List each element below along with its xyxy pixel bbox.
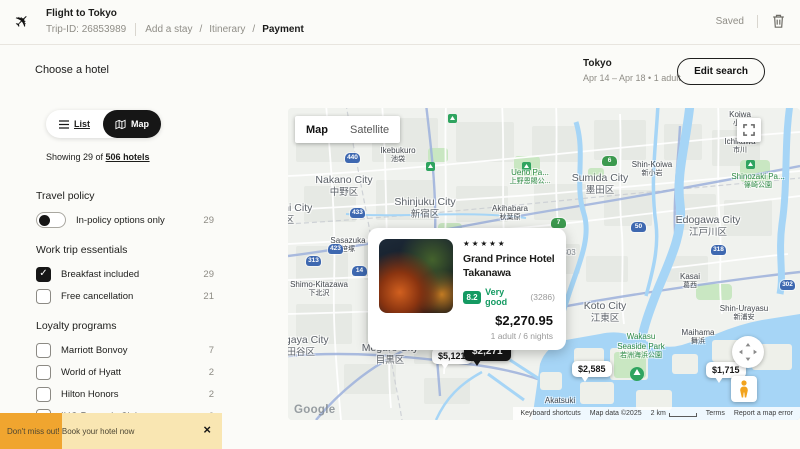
hotel-name: Grand Prince Hotel Takanawa bbox=[463, 252, 555, 280]
list-icon bbox=[59, 120, 69, 129]
route-shield: 14 bbox=[352, 266, 367, 276]
breadcrumb-add-a-stay[interactable]: Add a stay bbox=[145, 24, 192, 35]
star-rating: ★★★★★ bbox=[463, 239, 555, 248]
checkbox[interactable] bbox=[36, 343, 51, 358]
hotel-photo bbox=[379, 239, 453, 313]
destination: Tokyo bbox=[583, 58, 681, 69]
map-data-copyright: Map data ©2025 bbox=[590, 410, 642, 417]
route-shield: 313 bbox=[306, 256, 321, 266]
travel-policy-heading: Travel policy bbox=[36, 190, 214, 202]
route-shield: 50 bbox=[631, 222, 646, 232]
checkbox[interactable] bbox=[36, 365, 51, 380]
hotel-card[interactable]: ★★★★★ Grand Prince Hotel Takanawa 8.2 Ve… bbox=[368, 228, 566, 350]
map-view-button[interactable]: Map bbox=[103, 110, 161, 138]
rating-badge: 8.2 bbox=[463, 291, 481, 304]
breadcrumb-payment[interactable]: Payment bbox=[262, 24, 304, 35]
divider bbox=[135, 23, 136, 36]
filters-panel: Travel policy In-policy options only 29 … bbox=[36, 190, 214, 449]
airplane-icon: ✈ bbox=[10, 9, 36, 35]
route-shield: 7 bbox=[551, 218, 566, 228]
map-type-control: Map Satellite bbox=[295, 116, 400, 143]
list-view-button[interactable]: List bbox=[46, 119, 103, 129]
results-count: Showing 29 of 506 hotels bbox=[46, 152, 150, 162]
scale-control: 2 km bbox=[651, 410, 697, 417]
filter-world-of-hyatt[interactable]: World of Hyatt 2 bbox=[36, 364, 214, 380]
checkbox[interactable] bbox=[36, 387, 51, 402]
trip-title: Flight to Tokyo bbox=[46, 8, 117, 19]
route-shield: 423 bbox=[328, 244, 343, 254]
edit-search-button[interactable]: Edit search bbox=[677, 58, 765, 85]
checkbox[interactable] bbox=[36, 289, 51, 304]
breadcrumb-itinerary[interactable]: Itinerary bbox=[209, 24, 245, 35]
map-type-satellite[interactable]: Satellite bbox=[339, 124, 400, 136]
google-logo: Google bbox=[294, 404, 335, 416]
filter-marriott-bonvoy[interactable]: Marriott Bonvoy 7 bbox=[36, 342, 214, 358]
saved-status: Saved bbox=[716, 16, 744, 27]
trash-icon[interactable] bbox=[771, 13, 786, 29]
pan-control[interactable] bbox=[732, 336, 764, 368]
map-type-map[interactable]: Map bbox=[295, 124, 339, 136]
checkbox-checked[interactable] bbox=[36, 267, 51, 282]
route-shield: 440 bbox=[345, 153, 360, 163]
price-note: 1 adult / 6 nights bbox=[491, 331, 553, 341]
in-policy-toggle[interactable] bbox=[36, 212, 66, 228]
map-attribution: Keyboard shortcuts Map data ©2025 2 km T… bbox=[513, 407, 800, 420]
filter-free-cancellation[interactable]: Free cancellation 21 bbox=[36, 288, 214, 304]
view-toggle: List Map bbox=[46, 110, 161, 138]
in-policy-toggle-row[interactable]: In-policy options only 29 bbox=[36, 212, 214, 228]
close-icon[interactable]: × bbox=[203, 422, 211, 437]
street-view-pegman[interactable] bbox=[731, 376, 757, 402]
map-container: Nakano City中野区 Shinjuku City新宿区 Suginami… bbox=[288, 108, 800, 420]
route-shield: 433 bbox=[350, 208, 365, 218]
fullscreen-icon bbox=[742, 123, 756, 137]
filter-hilton-honors[interactable]: Hilton Honors 2 bbox=[36, 386, 214, 402]
keyboard-shortcuts-link[interactable]: Keyboard shortcuts bbox=[520, 410, 580, 417]
divider bbox=[757, 15, 758, 28]
price-pin[interactable]: $2,585 bbox=[572, 361, 612, 377]
rating-text: Very good bbox=[485, 287, 526, 307]
page-title: Choose a hotel bbox=[35, 64, 109, 76]
search-summary[interactable]: Tokyo Apr 14 – Apr 18 • 1 adult bbox=[583, 58, 681, 83]
breadcrumb: Add a stay / Itinerary / Payment bbox=[145, 24, 304, 35]
trip-id: Trip-ID: 26853989 bbox=[46, 24, 126, 35]
banner-message: Don't miss out! Book your hotel now bbox=[7, 427, 134, 436]
terms-link[interactable]: Terms bbox=[706, 410, 725, 417]
loyalty-heading: Loyalty programs bbox=[36, 320, 214, 332]
top-bar: ✈ Flight to Tokyo Trip-ID: 26853989 Add … bbox=[0, 0, 800, 45]
scale-bar bbox=[669, 413, 697, 417]
fullscreen-button[interactable] bbox=[737, 118, 761, 142]
essentials-heading: Work trip essentials bbox=[36, 244, 214, 256]
report-map-error-link[interactable]: Report a map error bbox=[734, 410, 793, 417]
app-root: ✈ Flight to Tokyo Trip-ID: 26853989 Add … bbox=[0, 0, 800, 449]
pegman-icon bbox=[736, 380, 752, 398]
map-icon bbox=[115, 119, 126, 130]
hotels-count-link[interactable]: 506 hotels bbox=[106, 152, 150, 162]
route-shield: 318 bbox=[711, 245, 726, 255]
route-shield: 6 bbox=[602, 156, 617, 166]
route-shield: 302 bbox=[780, 280, 795, 290]
dates-occupancy: Apr 14 – Apr 18 • 1 adult bbox=[583, 73, 681, 83]
pan-arrows-icon bbox=[737, 341, 759, 363]
review-count: (3286) bbox=[530, 292, 555, 302]
filter-breakfast-included[interactable]: Breakfast included 29 bbox=[36, 266, 214, 282]
hotel-price: $2,270.95 bbox=[491, 313, 553, 328]
promo-banner: Don't miss out! Book your hotel now × bbox=[0, 413, 222, 449]
